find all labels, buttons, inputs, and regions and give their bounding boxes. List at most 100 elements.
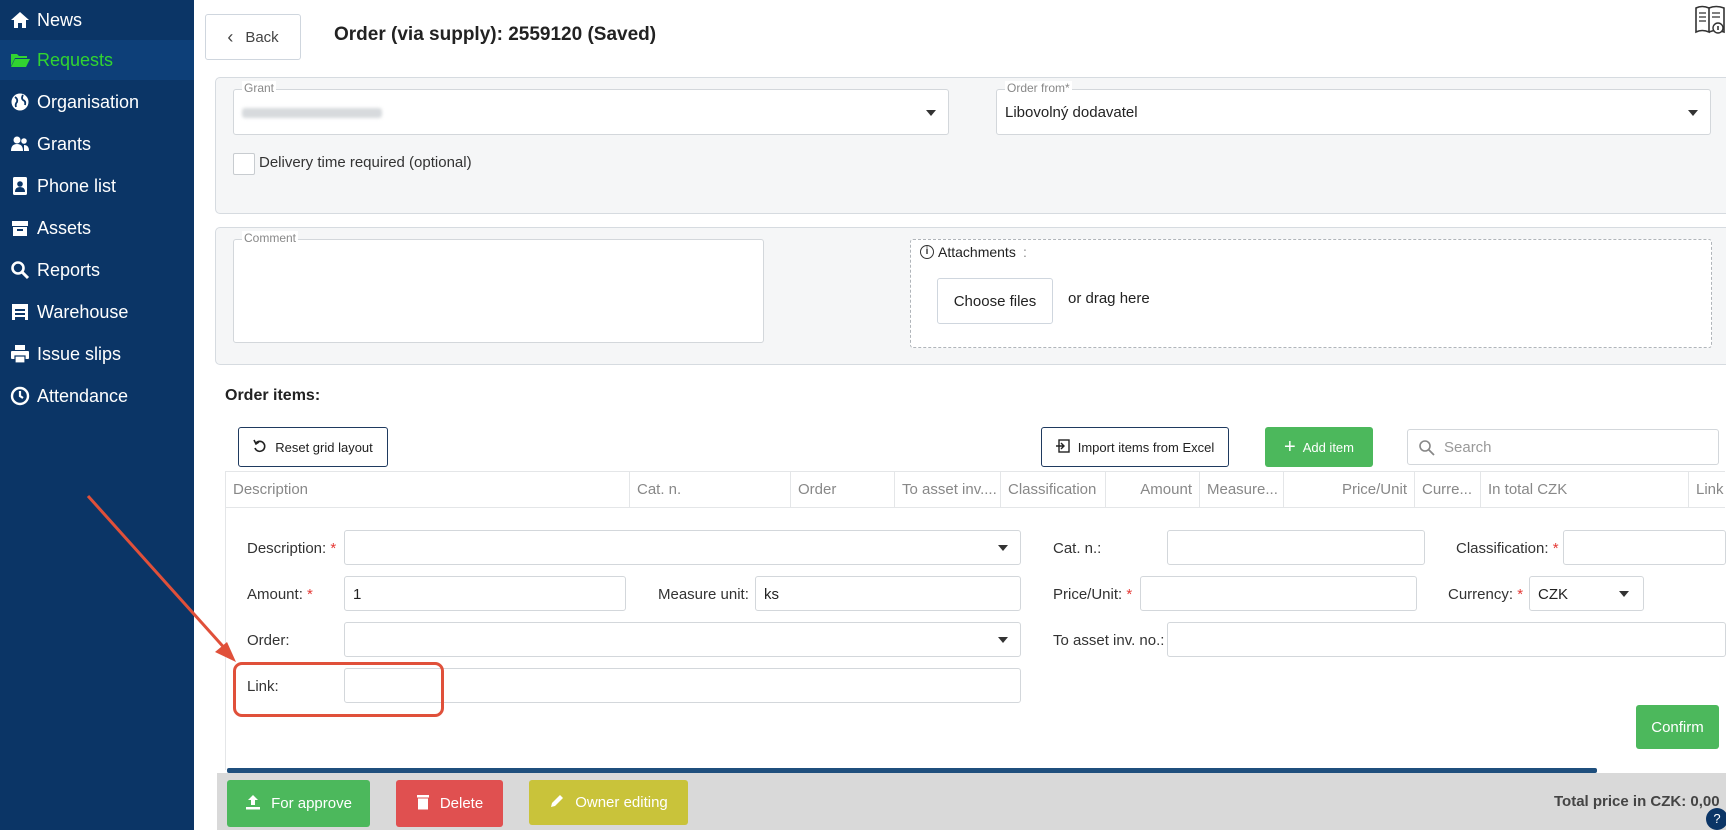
plus-icon: + xyxy=(1284,436,1296,458)
column-header-price[interactable]: Price/Unit xyxy=(1284,472,1415,507)
sidebar-item-label: Warehouse xyxy=(37,301,129,322)
total-price: Total price in CZK: 0,00 xyxy=(1554,793,1720,810)
grant-value-blurred xyxy=(242,108,382,118)
column-header-classification[interactable]: Classification xyxy=(1001,472,1106,507)
link-highlight-box xyxy=(233,662,444,717)
info-icon: i xyxy=(920,245,934,259)
add-item-button[interactable]: + Add item xyxy=(1265,427,1373,467)
chevron-down-icon xyxy=(998,545,1008,551)
order-items-heading: Order items: xyxy=(225,387,321,404)
sidebar-item-attendance[interactable]: Attendance xyxy=(0,376,194,416)
column-header-link[interactable]: Link xyxy=(1689,472,1725,507)
sidebar-item-reports[interactable]: Reports xyxy=(0,250,194,290)
sidebar-item-organisation[interactable]: Organisation xyxy=(0,82,194,122)
sidebar-item-label: Requests xyxy=(37,49,114,70)
help-icon[interactable]: ? xyxy=(1706,808,1726,830)
chevron-left-icon: ‹ xyxy=(227,26,234,47)
import-icon xyxy=(1055,438,1070,456)
column-header-description[interactable]: Description xyxy=(226,472,630,507)
sidebar-item-phone-list[interactable]: Phone list xyxy=(0,166,194,206)
cat-n-input[interactable] xyxy=(1167,530,1425,565)
sidebar: News Requests Organisation Grants Phone … xyxy=(0,0,194,830)
classification-input[interactable] xyxy=(1563,530,1726,565)
column-header-cat-n[interactable]: Cat. n. xyxy=(630,472,791,507)
price-unit-input[interactable] xyxy=(1140,576,1417,611)
import-excel-button[interactable]: Import items from Excel xyxy=(1041,427,1229,467)
users-icon xyxy=(9,133,31,155)
delete-button[interactable]: Delete xyxy=(396,780,503,827)
column-header-order[interactable]: Order xyxy=(791,472,895,507)
asset-inv-select[interactable] xyxy=(1167,622,1726,657)
column-header-total[interactable]: In total CZK xyxy=(1481,472,1689,507)
home-icon xyxy=(9,9,31,31)
classification-label: Classification: * xyxy=(1456,540,1559,557)
measure-unit-input[interactable]: ks xyxy=(755,576,1021,611)
chevron-down-icon xyxy=(1688,110,1698,116)
measure-unit-label: Measure unit: xyxy=(658,586,749,603)
chevron-down-icon xyxy=(1619,591,1629,597)
column-header-currency[interactable]: Curre... xyxy=(1415,472,1481,507)
manual-book-icon[interactable] xyxy=(1694,2,1726,36)
attachments-dropzone[interactable]: i Attachments : Choose files or drag her… xyxy=(910,239,1712,348)
undo-icon xyxy=(253,439,267,456)
sidebar-item-label: Attendance xyxy=(37,385,129,406)
sidebar-item-warehouse[interactable]: Warehouse xyxy=(0,292,194,332)
sidebar-item-label: Assets xyxy=(37,217,92,238)
upload-icon xyxy=(245,794,261,814)
description-label: Description: * xyxy=(247,540,337,557)
sidebar-item-requests[interactable]: Requests xyxy=(0,40,194,80)
currency-label: Currency: * xyxy=(1448,586,1524,603)
trash-icon xyxy=(416,794,430,814)
sidebar-item-label: News xyxy=(37,9,83,30)
contact-card-icon xyxy=(9,175,31,197)
choose-files-button[interactable]: Choose files xyxy=(937,278,1053,324)
currency-select[interactable]: CZK xyxy=(1529,576,1644,611)
sidebar-item-issue-slips[interactable]: Issue slips xyxy=(0,334,194,374)
sidebar-item-assets[interactable]: Assets xyxy=(0,208,194,248)
chevron-down-icon xyxy=(998,637,1008,643)
delivery-time-checkbox[interactable] xyxy=(233,153,255,175)
reset-grid-layout-button[interactable]: Reset grid layout xyxy=(238,427,388,467)
cat-n-label: Cat. n.: xyxy=(1053,540,1102,557)
folder-open-icon xyxy=(9,49,31,71)
grid-header: Description Cat. n. Order To asset inv..… xyxy=(225,471,1725,508)
drag-here-label: or drag here xyxy=(1068,290,1150,307)
for-approve-button[interactable]: For approve xyxy=(227,780,370,827)
price-unit-label: Price/Unit: * xyxy=(1053,586,1133,603)
comment-field[interactable]: Comment xyxy=(233,231,764,343)
clock-icon xyxy=(9,385,31,407)
description-select[interactable] xyxy=(344,530,1021,565)
attachments-label: Attachments xyxy=(938,244,1016,260)
sidebar-item-news[interactable]: News xyxy=(0,0,194,40)
sidebar-item-label: Organisation xyxy=(37,91,140,112)
sidebar-item-label: Grants xyxy=(37,133,92,154)
sidebar-item-label: Phone list xyxy=(37,175,117,196)
link-input[interactable] xyxy=(344,668,1021,703)
print-icon xyxy=(9,343,31,365)
search-icon xyxy=(1418,439,1435,461)
column-header-measure[interactable]: Measure... xyxy=(1200,472,1284,507)
sidebar-item-grants[interactable]: Grants xyxy=(0,124,194,164)
amount-input[interactable]: 1 xyxy=(344,576,626,611)
pencil-icon xyxy=(549,793,565,813)
chevron-down-icon xyxy=(926,110,936,116)
back-button[interactable]: ‹ Back xyxy=(205,14,301,60)
confirm-button[interactable]: Confirm xyxy=(1636,705,1719,749)
column-header-asset[interactable]: To asset inv.... xyxy=(895,472,1001,507)
globe-icon xyxy=(9,91,31,113)
annotation-arrow xyxy=(86,494,236,662)
search-placeholder: Search xyxy=(1444,439,1492,456)
order-from-select[interactable]: Order from* Libovolný dodavatel xyxy=(996,81,1711,135)
order-select[interactable] xyxy=(344,622,1021,657)
column-header-amount[interactable]: Amount xyxy=(1106,472,1200,507)
owner-editing-button[interactable]: Owner editing xyxy=(529,780,688,825)
sidebar-item-label: Issue slips xyxy=(37,343,122,364)
search-icon xyxy=(9,259,31,281)
asset-inv-label: To asset inv. no.: xyxy=(1053,632,1165,649)
archive-icon xyxy=(9,217,31,239)
sidebar-item-label: Reports xyxy=(37,259,101,280)
search-input[interactable]: Search xyxy=(1407,429,1719,465)
grant-select[interactable]: Grant xyxy=(233,81,949,135)
warehouse-icon xyxy=(9,301,31,323)
delivery-time-label: Delivery time required (optional) xyxy=(259,154,472,171)
